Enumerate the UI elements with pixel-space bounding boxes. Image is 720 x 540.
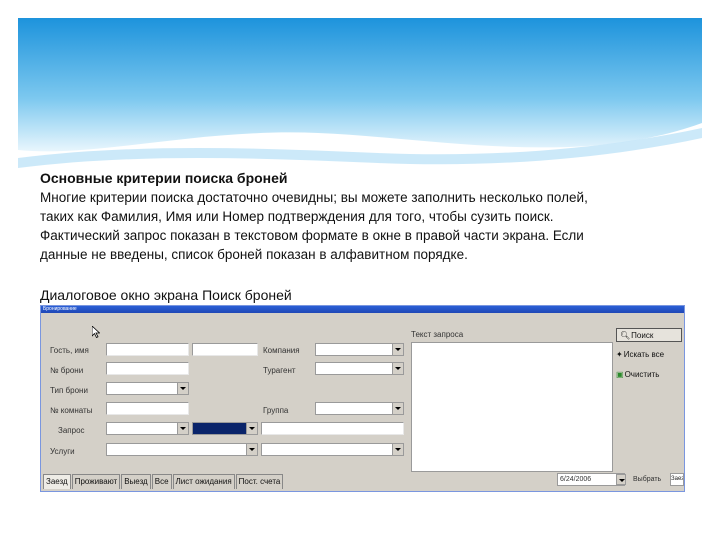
mouse-cursor-icon <box>92 326 100 338</box>
chevron-down-icon[interactable] <box>392 444 403 455</box>
guest-firstname-input[interactable] <box>192 343 258 356</box>
search-all-button[interactable]: ✦Искать все <box>616 348 664 362</box>
tab-all[interactable]: Все <box>151 474 172 489</box>
slide-paragraph: Многие критерии поиска достаточно очевид… <box>40 188 680 264</box>
chevron-down-icon[interactable] <box>246 423 257 434</box>
query-operator-combo[interactable] <box>192 422 258 435</box>
search-button[interactable]: 🔍︎Поиск <box>616 328 682 342</box>
status-tabs: Заезд Проживают Выезд Все Лист ожидания … <box>43 474 284 490</box>
company-label: Компания <box>263 346 300 355</box>
booking-number-label: № брони <box>50 366 84 375</box>
slide-title: Основные критерии поиска броней <box>40 170 288 186</box>
search-all-label: Искать все <box>623 350 665 359</box>
paragraph-line: данные не введены, список броней показан… <box>40 247 468 262</box>
booking-search-window: Бронирование Гость, имя № брони Тип брон… <box>40 305 685 492</box>
chevron-down-icon[interactable] <box>392 403 403 414</box>
paragraph-line: Многие критерии поиска достаточно очевид… <box>40 190 588 205</box>
slide-text: Основные критерии поиска броней Многие к… <box>40 170 680 264</box>
select-combo[interactable]: Заезд <box>670 473 684 486</box>
chevron-down-icon[interactable] <box>246 444 257 455</box>
booking-type-combo[interactable] <box>106 382 189 395</box>
services-label: Услуги <box>50 447 75 456</box>
paragraph-line: Фактический запрос показан в текстовом ф… <box>40 228 584 243</box>
clear-icon: ▣ <box>616 370 624 379</box>
clear-label: Очистить <box>624 370 660 379</box>
tab-departure[interactable]: Выезд <box>121 474 151 489</box>
company-combo[interactable] <box>315 343 404 356</box>
search-all-icon: ✦ <box>616 350 623 359</box>
group-combo[interactable] <box>315 402 404 415</box>
chevron-down-icon[interactable] <box>392 363 403 374</box>
slide-header-decoration <box>18 18 702 168</box>
services-second-combo[interactable] <box>261 443 404 456</box>
room-number-label: № комнаты <box>50 406 93 415</box>
magnifier-icon: 🔍︎ <box>620 331 631 340</box>
guest-name-label: Гость, имя <box>50 346 89 355</box>
booking-type-label: Тип брони <box>50 386 88 395</box>
screenshot-caption: Диалоговое окно экрана Поиск броней <box>40 287 292 303</box>
query-text-label: Текст запроса <box>411 330 464 339</box>
tab-arrival[interactable]: Заезд <box>43 474 71 489</box>
query-value-input[interactable] <box>261 422 404 435</box>
guest-surname-input[interactable] <box>106 343 189 356</box>
tour-agent-label: Турагент <box>263 366 296 375</box>
booking-number-input[interactable] <box>106 362 189 375</box>
search-button-label: Поиск <box>631 331 654 340</box>
date-field[interactable]: 6/24/2006 <box>557 473 625 486</box>
query-field-combo[interactable] <box>106 422 189 435</box>
services-combo[interactable] <box>106 443 258 456</box>
room-number-input[interactable] <box>106 402 189 415</box>
clear-button[interactable]: ▣Очистить <box>616 368 659 382</box>
query-text-area[interactable] <box>411 342 613 472</box>
tab-waitlist[interactable]: Лист ожидания <box>172 474 235 489</box>
chevron-down-icon[interactable] <box>616 474 626 485</box>
chevron-down-icon[interactable] <box>177 423 188 434</box>
select-label: Выбрать <box>633 476 662 483</box>
tour-agent-combo[interactable] <box>315 362 404 375</box>
group-label: Группа <box>263 406 289 415</box>
chevron-down-icon[interactable] <box>177 383 188 394</box>
paragraph-line: таких как Фамилия, Имя или Номер подтвер… <box>40 209 554 224</box>
tab-in-house[interactable]: Проживают <box>71 474 121 489</box>
query-label: Запрос <box>58 426 85 435</box>
window-titlebar: Бронирование <box>41 306 684 313</box>
tab-permanent-accounts[interactable]: Пост. счета <box>235 474 284 489</box>
chevron-down-icon[interactable] <box>392 344 403 355</box>
